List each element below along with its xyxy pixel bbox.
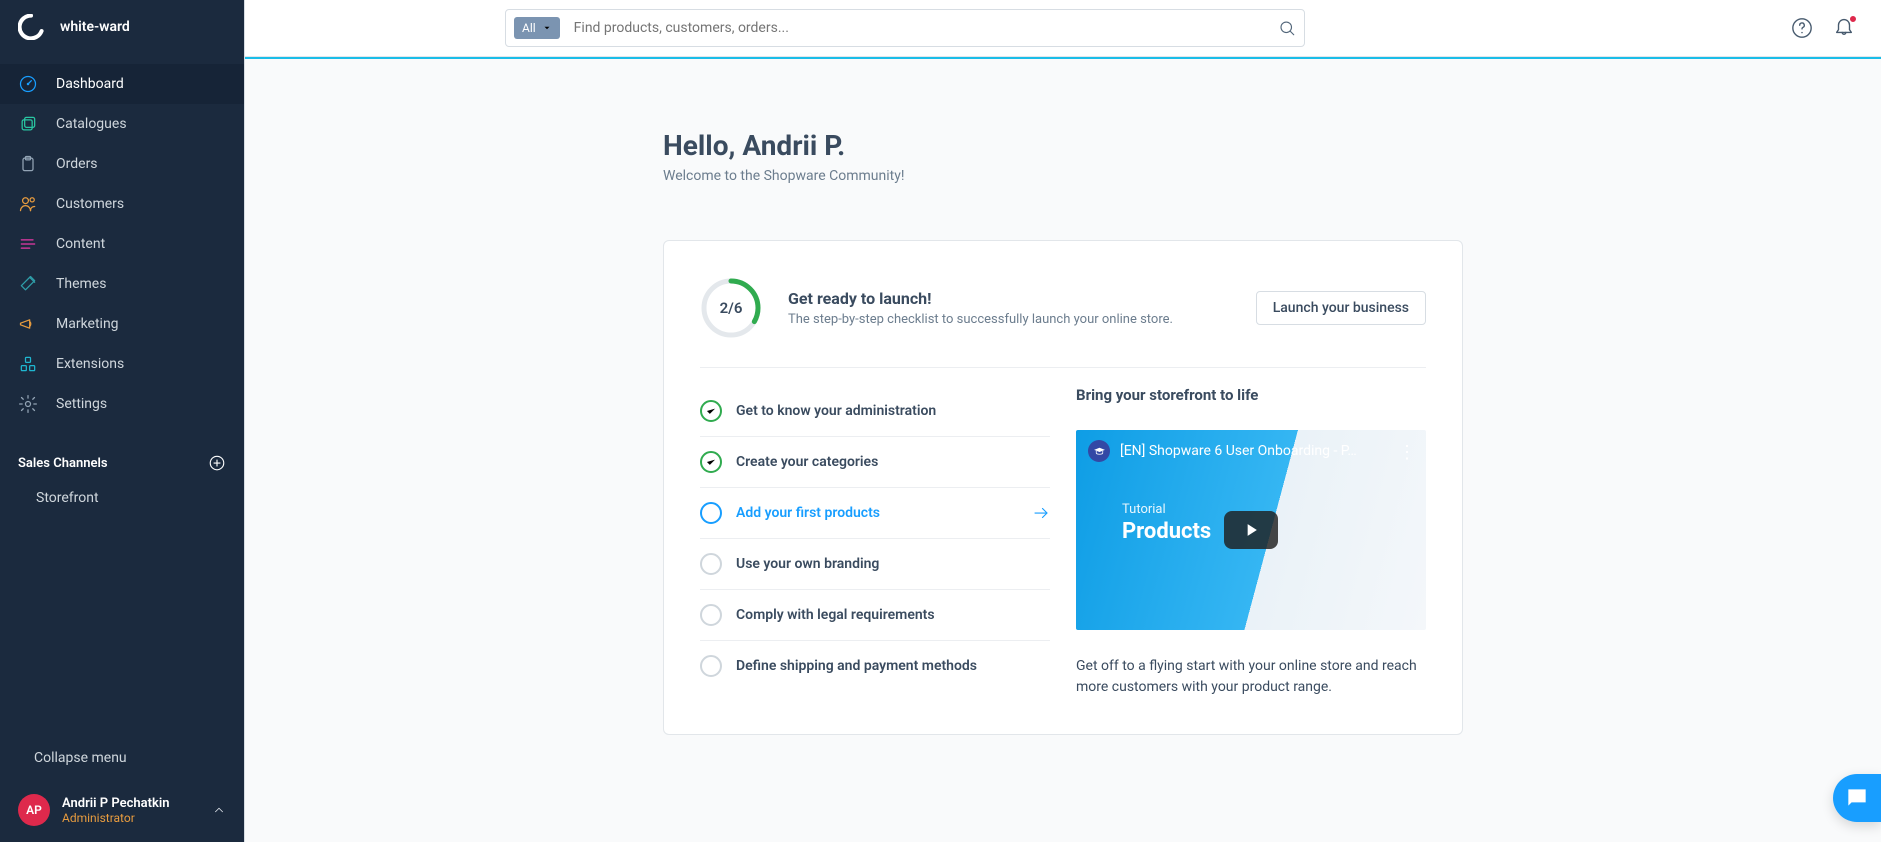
search-input[interactable] <box>574 20 1278 36</box>
sales-channels-header: Sales Channels <box>0 436 244 480</box>
nav-item-extensions[interactable]: Extensions <box>0 344 244 384</box>
topbar: All <box>245 0 1881 57</box>
checklist-label: Define shipping and payment methods <box>736 658 1050 674</box>
check-circle-icon <box>700 655 722 677</box>
user-info: Andrii P Pechatkin Administrator <box>62 796 200 825</box>
check-circle-icon <box>700 604 722 626</box>
nav-item-orders[interactable]: Orders <box>0 144 244 184</box>
user-name: Andrii P Pechatkin <box>62 796 200 811</box>
nav-label: Customers <box>56 196 124 212</box>
checklist-label: Add your first products <box>736 505 1018 521</box>
nav-item-settings[interactable]: Settings <box>0 384 244 424</box>
extensions-icon <box>18 354 38 374</box>
page-greeting: Hello, Andrii P. <box>663 129 1463 162</box>
megaphone-icon <box>18 314 38 334</box>
progress-text: 2/6 <box>700 277 762 339</box>
topbar-actions <box>1791 15 1881 41</box>
catalogues-icon <box>18 114 38 134</box>
main-nav: Dashboard Catalogues Orders Customers Conten… <box>0 64 244 424</box>
launch-sub: The step-by-step checklist to successful… <box>788 312 1230 327</box>
video-overlay-text: Tutorial Products <box>1122 502 1211 544</box>
sidebar: white-ward Dashboard Catalogues Orders Cust… <box>0 0 244 842</box>
collapse-menu-button[interactable]: Collapse menu <box>0 738 244 778</box>
add-sales-channel-icon[interactable] <box>208 454 226 472</box>
themes-icon <box>18 274 38 294</box>
nav-label: Extensions <box>56 356 124 372</box>
launch-title: Get ready to launch! <box>788 289 1230 308</box>
brand-name: white-ward <box>60 19 130 35</box>
nav-item-dashboard[interactable]: Dashboard <box>0 64 244 104</box>
check-circle-icon <box>700 553 722 575</box>
checklist-label: Get to know your administration <box>736 403 1050 419</box>
onboarding-card: 2/6 Get ready to launch! The step-by-ste… <box>663 240 1463 735</box>
checklist-item[interactable]: Comply with legal requirements <box>700 590 1050 641</box>
main: All Hello, Andrii P. Welcome to the Shop… <box>244 0 1881 842</box>
nav-label: Marketing <box>56 316 119 332</box>
onboarding-video[interactable]: [EN] Shopware 6 User Onboarding - P… ⋮ T… <box>1076 430 1426 630</box>
search-icon[interactable] <box>1278 19 1296 37</box>
promo-panel: Bring your storefront to life [EN] Shopw… <box>1076 386 1426 698</box>
chat-icon <box>1844 785 1870 811</box>
clipboard-icon <box>18 154 38 174</box>
sidebar-header: white-ward <box>0 0 244 54</box>
sales-channels-label: Sales Channels <box>18 456 108 471</box>
check-done-icon <box>700 400 722 422</box>
check-circle-icon <box>700 502 722 524</box>
nav-label: Content <box>56 236 105 252</box>
checklist-item[interactable]: Add your first products <box>700 488 1050 539</box>
global-search[interactable]: All <box>505 9 1305 47</box>
content-icon <box>18 234 38 254</box>
nav-item-marketing[interactable]: Marketing <box>0 304 244 344</box>
launch-row: 2/6 Get ready to launch! The step-by-ste… <box>700 277 1426 367</box>
search-scope-selector[interactable]: All <box>514 17 560 39</box>
shopware-logo-icon <box>18 14 44 40</box>
user-avatar: AP <box>18 794 50 826</box>
search-scope-label: All <box>522 21 536 35</box>
chevron-up-icon <box>212 803 226 817</box>
gear-icon <box>18 394 38 414</box>
sales-channel-storefront[interactable]: Storefront <box>0 480 244 516</box>
promo-title: Bring your storefront to life <box>1076 386 1426 404</box>
video-title: [EN] Shopware 6 User Onboarding - P… <box>1120 443 1357 459</box>
checklist-item[interactable]: Create your categories <box>700 437 1050 488</box>
notifications-dot <box>1849 15 1857 23</box>
checklist: Get to know your administration Create yo… <box>700 386 1050 698</box>
checklist-label: Comply with legal requirements <box>736 607 1050 623</box>
nav-label: Catalogues <box>56 116 127 132</box>
promo-description: Get off to a flying start with your onli… <box>1076 656 1426 698</box>
nav-item-customers[interactable]: Customers <box>0 184 244 224</box>
help-icon[interactable] <box>1791 17 1813 39</box>
checklist-label: Create your categories <box>736 454 1050 470</box>
user-menu-button[interactable]: AP Andrii P Pechatkin Administrator <box>0 778 244 842</box>
chevron-down-icon <box>542 23 552 33</box>
play-icon <box>1224 511 1278 549</box>
checklist-item[interactable]: Use your own branding <box>700 539 1050 590</box>
checklist-item[interactable]: Define shipping and payment methods <box>700 641 1050 691</box>
nav-label: Dashboard <box>56 76 124 92</box>
nav-label: Themes <box>56 276 106 292</box>
progress-ring: 2/6 <box>700 277 762 339</box>
nav-label: Settings <box>56 396 107 412</box>
page-sub: Welcome to the Shopware Community! <box>663 168 1463 184</box>
notifications-button[interactable] <box>1833 15 1855 41</box>
nav-item-catalogues[interactable]: Catalogues <box>0 104 244 144</box>
nav-label: Orders <box>56 156 98 172</box>
user-role: Administrator <box>62 811 200 825</box>
support-chat-button[interactable] <box>1833 774 1881 822</box>
checklist-item[interactable]: Get to know your administration <box>700 386 1050 437</box>
people-icon <box>18 194 38 214</box>
collapse-label: Collapse menu <box>34 750 127 766</box>
checklist-label: Use your own branding <box>736 556 1050 572</box>
video-more-icon: ⋮ <box>1398 442 1416 463</box>
arrow-right-icon <box>1032 504 1050 522</box>
nav-item-content[interactable]: Content <box>0 224 244 264</box>
channel-label: Storefront <box>36 490 99 506</box>
check-done-icon <box>700 451 722 473</box>
nav-item-themes[interactable]: Themes <box>0 264 244 304</box>
graduation-cap-icon <box>1088 440 1110 462</box>
gauge-icon <box>18 74 38 94</box>
launch-business-button[interactable]: Launch your business <box>1256 291 1426 325</box>
